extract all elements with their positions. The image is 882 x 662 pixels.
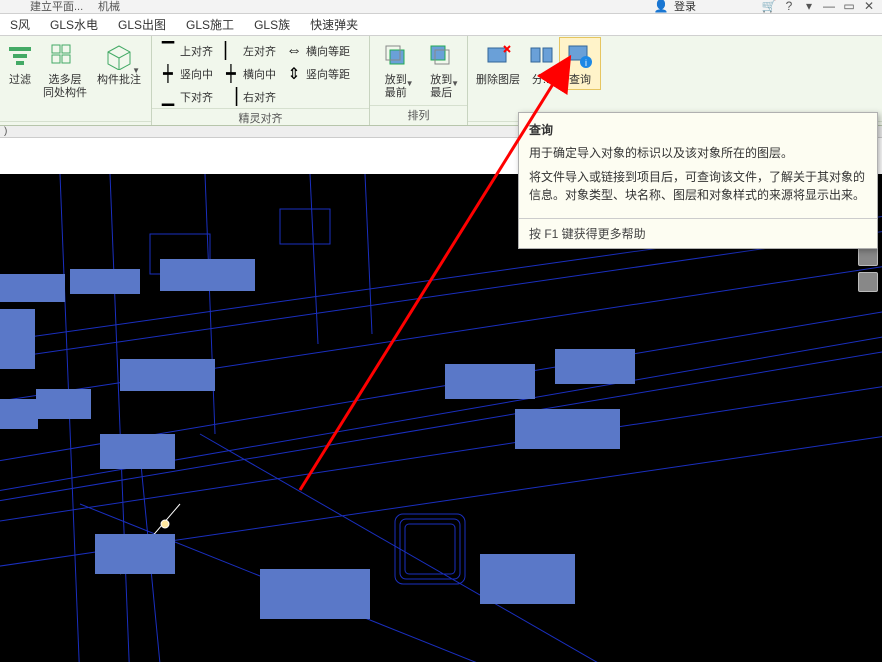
query-icon: i [564, 40, 596, 72]
group-arrange-title: 排列 [370, 105, 467, 125]
ribbon-tabs: S风 GLS水电 GLS出图 GLS施工 GLS族 快速弹夹 [0, 14, 882, 36]
align-left-button[interactable]: ▏左对齐 [219, 40, 280, 62]
tooltip-paragraph-1: 用于确定导入对象的标识以及该对象所在的图层。 [529, 144, 867, 162]
bring-front-icon [380, 40, 412, 72]
send-back-label: 放到 最后 [430, 74, 452, 100]
vdist-button[interactable]: ⇕竖向等距 [282, 63, 354, 85]
login-link[interactable]: 登录 [674, 0, 696, 14]
align-top-icon: ▔ [160, 43, 176, 59]
split-label: 分... [532, 74, 552, 87]
tooltip-paragraph-2: 将文件导入或链接到项目后，可查询该文件，了解关于其对象的信息。对象类型、块名称、… [529, 168, 867, 204]
dropdown-icon[interactable]: ▾ [802, 0, 816, 12]
bring-front-button[interactable]: 放到 最前 ▼ [374, 38, 418, 102]
dropdown-arrow-icon: ▼ [451, 79, 459, 88]
hdist-button[interactable]: ⇔横向等距 [282, 40, 354, 62]
tab-quick-clip[interactable]: 快速弹夹 [300, 14, 368, 35]
tooltip-footer: 按 F1 键获得更多帮助 [519, 218, 877, 248]
cart-icon[interactable]: 🛒 [762, 0, 776, 12]
dropdown-arrow-icon: ▼ [132, 66, 140, 75]
tooltip-panel: 查询 用于确定导入对象的标识以及该对象所在的图层。 将文件导入或链接到项目后，可… [518, 112, 878, 249]
person-icon[interactable]: 👤 [654, 0, 668, 12]
delete-layer-button[interactable]: 删除图层 [472, 38, 524, 89]
align-vcenter-button[interactable]: ┿竖向中 [156, 63, 217, 85]
select-multilayer-button[interactable]: 选多层 同处构件 [38, 38, 92, 102]
align-hcenter-icon: ┿ [223, 66, 239, 82]
delete-layer-label: 删除图层 [476, 74, 520, 87]
split-button[interactable]: 分... [526, 38, 558, 89]
filter-button[interactable]: 过滤 [4, 38, 36, 89]
ribbon-group-arrange: 放到 最前 ▼ 放到 最后 ▼ 排列 [370, 36, 468, 125]
filter-icon [4, 40, 36, 72]
group-align-title: 精灵对齐 [152, 108, 369, 128]
tab-gls-construct[interactable]: GLS施工 [176, 14, 244, 35]
sub-bar-text: ) [4, 126, 7, 137]
align-vcenter-icon: ┿ [160, 66, 176, 82]
title-fragment-2: 机械 [98, 0, 120, 14]
align-right-label: 右对齐 [243, 89, 276, 105]
close-button[interactable]: ✕ [862, 0, 876, 12]
maximize-button[interactable]: ▭ [842, 0, 856, 12]
ribbon-group-align: ▔上对齐 ┿竖向中 ▁下对齐 ▏左对齐 ┿横向中 ▕右对齐 ⇔横向等距 ⇕竖向等… [152, 36, 370, 125]
tab-gls-draw[interactable]: GLS出图 [108, 14, 176, 35]
nav-cube-panel [856, 246, 880, 292]
tooltip-title: 查询 [529, 121, 867, 138]
align-top-label: 上对齐 [180, 43, 213, 59]
select-multilayer-label: 选多层 同处构件 [43, 74, 87, 100]
help-icon[interactable]: ? [782, 0, 796, 12]
align-vcenter-label: 竖向中 [180, 66, 213, 82]
query-label: 查询 [569, 74, 591, 87]
tab-gls-family[interactable]: GLS族 [244, 14, 300, 35]
component-annotate-button[interactable]: 构件批注 ▼ [94, 38, 144, 89]
align-top-button[interactable]: ▔上对齐 [156, 40, 217, 62]
align-bottom-label: 下对齐 [180, 89, 213, 105]
layers-grid-icon [49, 40, 81, 72]
dropdown-arrow-icon: ▼ [406, 79, 414, 88]
nav-cube-home[interactable] [858, 246, 878, 266]
send-back-icon [425, 40, 457, 72]
ribbon-group-select: 过滤 选多层 同处构件 构件批注 ▼ [0, 36, 152, 125]
align-hcenter-label: 横向中 [243, 66, 276, 82]
title-fragment: 建立平面... [30, 0, 83, 14]
split-icon [526, 40, 558, 72]
align-bottom-icon: ▁ [160, 89, 176, 105]
nav-cube-view[interactable] [858, 272, 878, 292]
align-left-label: 左对齐 [243, 43, 276, 59]
vdist-icon: ⇕ [286, 66, 302, 82]
hdist-label: 横向等距 [306, 43, 350, 59]
bring-front-label: 放到 最前 [385, 74, 407, 100]
align-right-button[interactable]: ▕右对齐 [219, 86, 280, 108]
align-right-icon: ▕ [223, 89, 239, 105]
vdist-label: 竖向等距 [306, 66, 350, 82]
box-icon [103, 40, 135, 72]
title-bar: 建立平面... 机械 👤 登录 🛒 ? ▾ — ▭ ✕ [0, 0, 882, 14]
delete-layer-icon [482, 40, 514, 72]
group-select-title [0, 121, 151, 125]
hdist-icon: ⇔ [286, 43, 302, 59]
tab-gls-water[interactable]: GLS水电 [40, 14, 108, 35]
align-hcenter-button[interactable]: ┿横向中 [219, 63, 280, 85]
send-back-button[interactable]: 放到 最后 ▼ [420, 38, 464, 102]
component-annotate-label: 构件批注 [97, 74, 141, 87]
align-left-icon: ▏ [223, 43, 239, 59]
query-button[interactable]: i 查询 [560, 38, 600, 89]
titlebar-right: 👤 登录 🛒 ? ▾ — ▭ ✕ [654, 0, 876, 14]
align-bottom-button[interactable]: ▁下对齐 [156, 86, 217, 108]
svg-text:i: i [585, 58, 587, 68]
filter-label: 过滤 [9, 74, 31, 87]
minimize-button[interactable]: — [822, 0, 836, 12]
tab-sfeng[interactable]: S风 [0, 14, 40, 35]
